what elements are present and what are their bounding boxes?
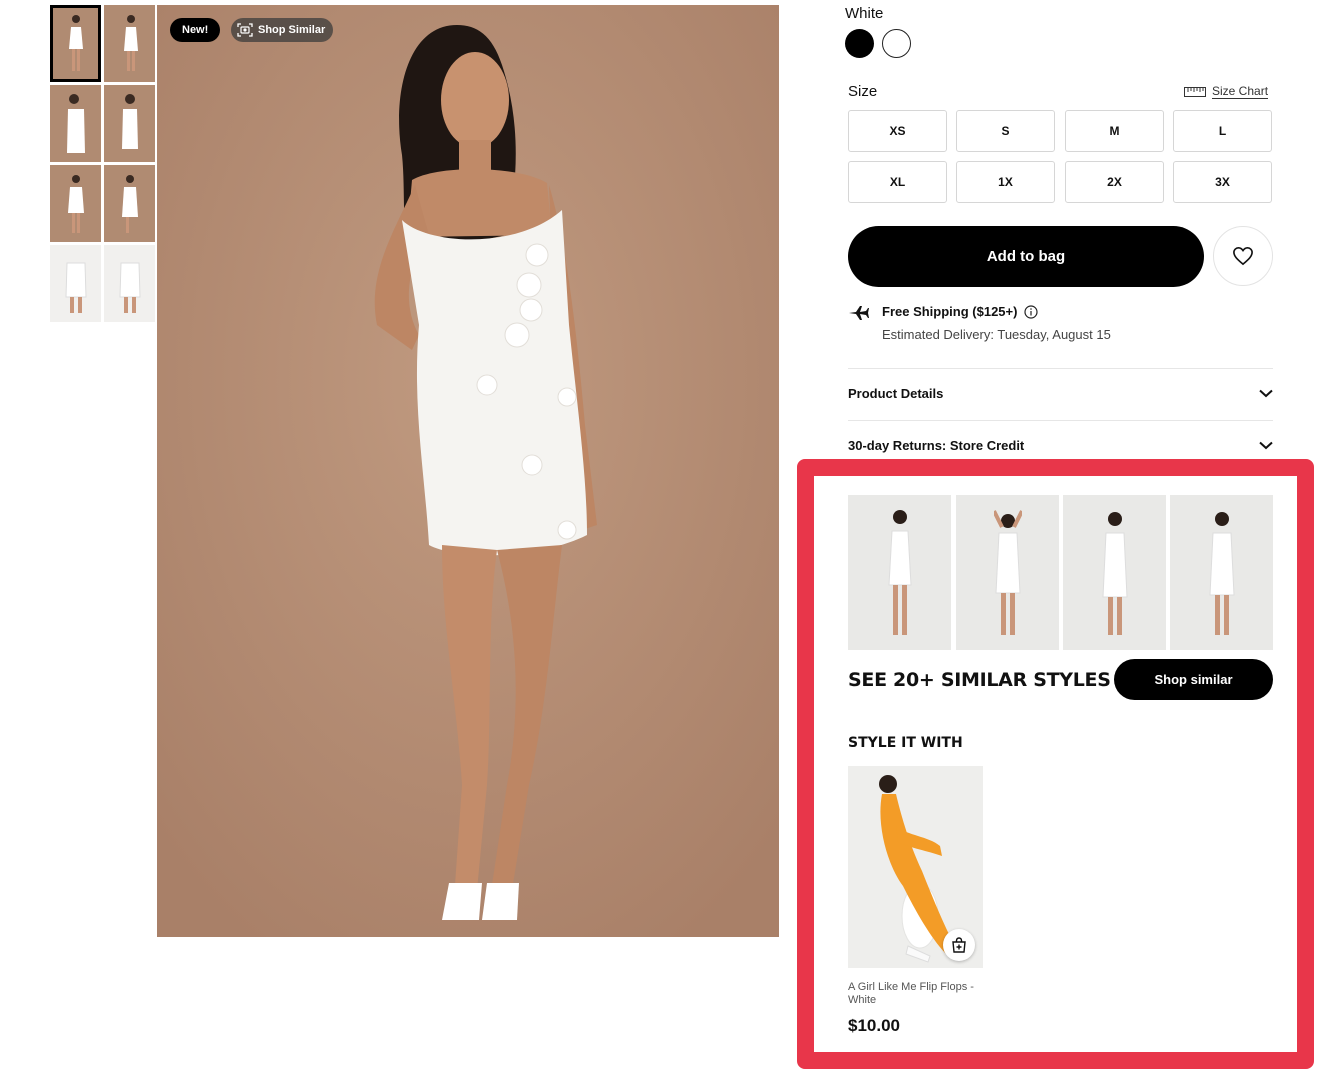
similar-style-image-2[interactable] [956, 495, 1059, 650]
accordion-product-details[interactable]: Product Details [848, 386, 1273, 401]
divider [848, 420, 1273, 421]
quick-add-button[interactable] [943, 929, 975, 961]
free-shipping-label: Free Shipping ($125+) [882, 304, 1018, 319]
size-2x-button[interactable]: 2X [1065, 161, 1164, 203]
size-1x-button[interactable]: 1X [956, 161, 1055, 203]
airplane-icon [849, 306, 869, 320]
size-m-button[interactable]: M [1065, 110, 1164, 152]
size-s-button[interactable]: S [956, 110, 1055, 152]
free-shipping: Free Shipping ($125+) [882, 304, 1039, 319]
chevron-down-icon [1259, 441, 1273, 450]
similar-styles-heading: SEE 20+ SIMILAR STYLES [848, 669, 1111, 691]
shop-similar-button[interactable]: Shop similar [1114, 659, 1273, 700]
similar-style-image-1[interactable] [848, 495, 951, 650]
size-chart-link[interactable]: Size Chart [1184, 84, 1269, 99]
style-product-price: $10.00 [848, 1016, 900, 1035]
shop-similar-badge[interactable]: Shop Similar [231, 18, 334, 42]
chevron-down-icon [1259, 389, 1273, 398]
wishlist-button[interactable] [1213, 226, 1273, 286]
add-to-bag-button[interactable]: Add to bag [848, 226, 1204, 287]
thumbnail-3[interactable] [50, 85, 101, 162]
swatch-black[interactable] [845, 29, 874, 58]
main-product-image[interactable]: New! Shop Similar [157, 5, 779, 937]
size-3x-button[interactable]: 3X [1173, 161, 1272, 203]
size-chart-label: Size Chart [1212, 84, 1269, 99]
heart-icon [1233, 246, 1253, 266]
model-photo [157, 5, 779, 937]
divider [848, 368, 1273, 369]
selected-color-label: White [845, 5, 884, 22]
similar-style-image-3[interactable] [1063, 495, 1166, 650]
thumbnail-1[interactable] [50, 5, 101, 82]
style-it-with-heading: STYLE IT WITH [848, 735, 963, 751]
ruler-icon [1184, 87, 1206, 97]
accordion-label: 30-day Returns: Store Credit [848, 438, 1025, 453]
style-product-name[interactable]: A Girl Like Me Flip Flops - White [848, 981, 988, 1007]
thumbnail-6[interactable] [104, 165, 155, 242]
size-l-button[interactable]: L [1173, 110, 1272, 152]
accordion-label: Product Details [848, 386, 944, 401]
estimated-delivery: Estimated Delivery: Tuesday, August 15 [882, 327, 1111, 342]
info-icon[interactable] [1024, 304, 1039, 319]
accordion-returns[interactable]: 30-day Returns: Store Credit [848, 438, 1273, 453]
size-label: Size [848, 83, 878, 100]
size-xs-button[interactable]: XS [848, 110, 947, 152]
thumbnail-7[interactable] [50, 245, 101, 322]
size-xl-button[interactable]: XL [848, 161, 947, 203]
new-badge: New! [170, 18, 221, 42]
swatch-white[interactable] [882, 29, 911, 58]
similar-style-image-4[interactable] [1170, 495, 1273, 650]
thumbnail-4[interactable] [104, 85, 155, 162]
shop-similar-badge-label: Shop Similar [258, 24, 326, 36]
thumbnail-2[interactable] [104, 5, 155, 82]
bag-plus-icon [952, 937, 966, 953]
thumbnail-5[interactable] [50, 165, 101, 242]
camera-scan-icon [237, 23, 253, 37]
thumbnail-8[interactable] [104, 245, 155, 322]
